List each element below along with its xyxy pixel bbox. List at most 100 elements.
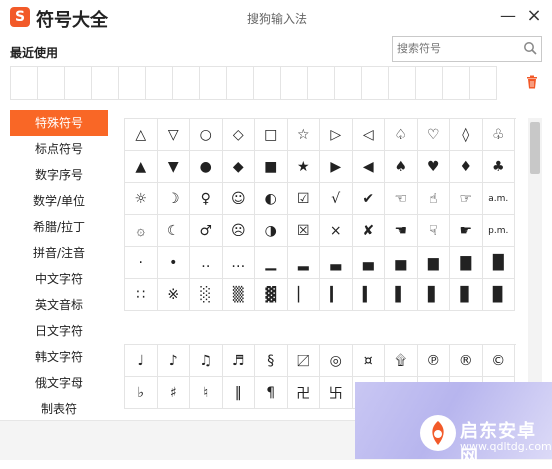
symbol-cell[interactable]: ▅ — [385, 247, 418, 279]
symbol-cell[interactable]: ♯ — [157, 377, 190, 409]
sidebar-item[interactable]: 英文音标 — [10, 292, 108, 318]
symbol-cell[interactable]: ♣ — [482, 151, 515, 183]
sidebar-item[interactable]: 标点符号 — [10, 136, 108, 162]
symbol-cell[interactable]: p.m. — [482, 215, 515, 247]
symbol-cell[interactable]: ▍ — [352, 279, 385, 311]
recent-symbol-slot[interactable] — [388, 66, 416, 100]
sidebar-item[interactable]: 希腊/拉丁 — [10, 214, 108, 240]
symbol-cell[interactable]: ☟ — [417, 215, 450, 247]
symbol-cell[interactable]: ® — [450, 345, 483, 377]
symbol-cell[interactable]: ♥ — [417, 151, 450, 183]
symbol-cell[interactable]: ◀ — [352, 151, 385, 183]
recent-symbol-slot[interactable] — [37, 66, 65, 100]
sidebar-item[interactable]: 特殊符号 — [10, 110, 108, 136]
symbol-cell[interactable]: ▃ — [320, 247, 353, 279]
symbol-cell[interactable]: ░ — [190, 279, 223, 311]
symbol-cell[interactable]: ♩ — [125, 345, 158, 377]
recent-symbol-slot[interactable] — [361, 66, 389, 100]
symbol-cell[interactable]: ۩ — [385, 345, 418, 377]
symbol-cell[interactable]: ▎ — [320, 279, 353, 311]
symbol-cell[interactable]: ✔ — [352, 183, 385, 215]
symbol-cell[interactable]: … — [222, 247, 255, 279]
symbol-cell[interactable]: ☾ — [157, 215, 190, 247]
symbol-cell[interactable]: ∷ — [125, 279, 158, 311]
symbol-cell[interactable]: ¶ — [255, 377, 288, 409]
symbol-cell[interactable]: ♡ — [417, 119, 450, 151]
symbol-cell[interactable]: ▋ — [417, 279, 450, 311]
symbol-cell[interactable]: a.m. — [482, 183, 515, 215]
symbol-cell[interactable]: ▶ — [320, 151, 353, 183]
sidebar-item[interactable]: 数学/单位 — [10, 188, 108, 214]
sidebar-item[interactable]: 拼音/注音 — [10, 240, 108, 266]
recent-symbol-slot[interactable] — [10, 66, 38, 100]
minimize-button[interactable]: — — [498, 6, 518, 26]
symbol-cell[interactable]: ▓ — [255, 279, 288, 311]
recent-symbol-slot[interactable] — [334, 66, 362, 100]
close-button[interactable]: × — [524, 6, 544, 26]
symbol-cell[interactable]: ♤ — [385, 119, 418, 151]
symbol-cell[interactable]: ◆ — [222, 151, 255, 183]
symbol-cell[interactable]: ◇ — [222, 119, 255, 151]
symbol-cell[interactable]: ♫ — [190, 345, 223, 377]
sidebar-item[interactable]: 日文字符 — [10, 318, 108, 344]
symbol-cell[interactable]: ‖ — [222, 377, 255, 409]
symbol-cell[interactable]: ▏ — [287, 279, 320, 311]
recent-symbol-slot[interactable] — [307, 66, 335, 100]
recent-symbol-slot[interactable] — [64, 66, 92, 100]
symbol-cell[interactable]: ▲ — [125, 151, 158, 183]
symbol-cell[interactable]: ● — [190, 151, 223, 183]
symbol-cell[interactable]: 卐 — [320, 377, 353, 409]
symbol-cell[interactable]: √ — [320, 183, 353, 215]
symbol-cell[interactable]: ☚ — [385, 215, 418, 247]
symbol-cell[interactable]: ♮ — [190, 377, 223, 409]
trash-icon[interactable] — [526, 75, 538, 89]
recent-symbol-slot[interactable] — [442, 66, 470, 100]
symbol-cell[interactable]: ▉ — [482, 279, 515, 311]
symbol-cell[interactable]: ▼ — [157, 151, 190, 183]
symbol-cell[interactable]: ☼ — [125, 183, 158, 215]
recent-symbol-slot[interactable] — [226, 66, 254, 100]
scrollbar-thumb[interactable] — [530, 122, 540, 174]
symbol-cell[interactable]: ■ — [255, 151, 288, 183]
recent-symbol-slot[interactable] — [172, 66, 200, 100]
sidebar-item[interactable]: 俄文字母 — [10, 370, 108, 396]
symbol-cell[interactable]: ※ — [157, 279, 190, 311]
symbol-cell[interactable]: ☒ — [287, 215, 320, 247]
symbol-cell[interactable]: ♠ — [385, 151, 418, 183]
symbol-cell[interactable]: ☽ — [157, 183, 190, 215]
symbol-cell[interactable]: █ — [482, 247, 515, 279]
symbol-cell[interactable]: ☆ — [287, 119, 320, 151]
symbol-cell[interactable]: ۞ — [125, 215, 158, 247]
symbol-cell[interactable]: □ — [255, 119, 288, 151]
symbol-cell[interactable]: ◎ — [320, 345, 353, 377]
search-input[interactable] — [397, 39, 515, 57]
symbol-cell[interactable]: ☛ — [450, 215, 483, 247]
symbol-cell[interactable]: ◁ — [352, 119, 385, 151]
symbol-cell[interactable]: 卍 — [287, 377, 320, 409]
symbol-cell[interactable]: ♀ — [190, 183, 223, 215]
symbol-cell[interactable]: 〼 — [287, 345, 320, 377]
symbol-cell[interactable]: ✘ — [352, 215, 385, 247]
symbol-cell[interactable]: × — [320, 215, 353, 247]
symbol-cell[interactable]: ☞ — [450, 183, 483, 215]
symbol-cell[interactable]: § — [255, 345, 288, 377]
symbol-cell[interactable]: ☺ — [222, 183, 255, 215]
symbol-cell[interactable]: ♦ — [450, 151, 483, 183]
recent-symbol-slot[interactable] — [118, 66, 146, 100]
search-box[interactable] — [392, 36, 542, 62]
sidebar-item[interactable]: 韩文字符 — [10, 344, 108, 370]
symbol-cell[interactable]: ☜ — [385, 183, 418, 215]
recent-symbol-slot[interactable] — [415, 66, 443, 100]
symbol-cell[interactable]: ▊ — [450, 279, 483, 311]
recent-symbol-slot[interactable] — [253, 66, 281, 100]
symbol-cell[interactable]: ▷ — [320, 119, 353, 151]
symbol-cell[interactable]: ▒ — [222, 279, 255, 311]
symbol-cell[interactable]: ℗ — [417, 345, 450, 377]
symbol-cell[interactable]: ▇ — [450, 247, 483, 279]
sidebar-item[interactable]: 数字序号 — [10, 162, 108, 188]
symbol-cell[interactable]: ☝ — [417, 183, 450, 215]
symbol-cell[interactable]: ◊ — [450, 119, 483, 151]
symbol-cell[interactable]: ▌ — [385, 279, 418, 311]
sidebar-item[interactable]: 中文字符 — [10, 266, 108, 292]
symbol-cell[interactable]: ○ — [190, 119, 223, 151]
